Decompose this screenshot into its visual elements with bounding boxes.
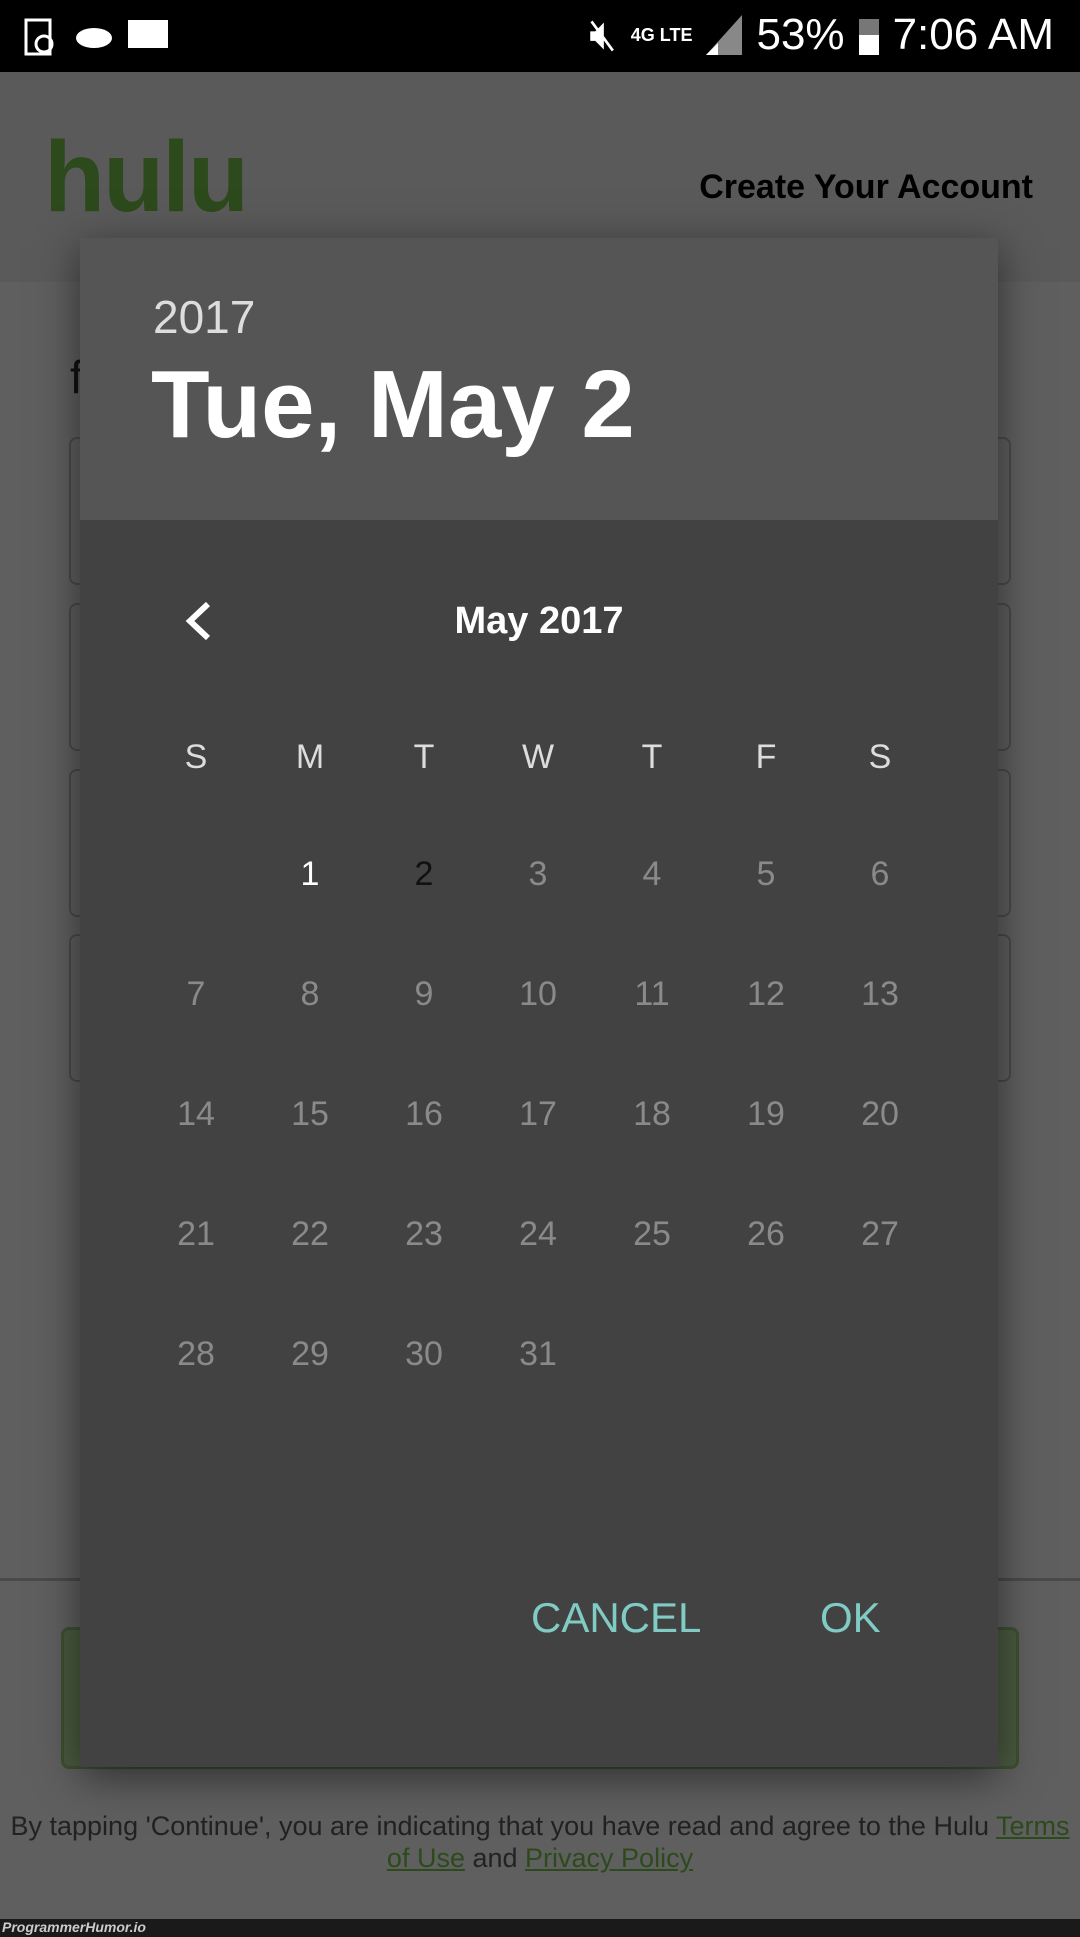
selected-date: Tue, May 2 xyxy=(151,351,635,458)
day-number: 19 xyxy=(747,1095,785,1133)
day-number: 5 xyxy=(756,855,776,893)
year-selector[interactable]: 2017 xyxy=(153,290,255,344)
day-number: 25 xyxy=(633,1215,671,1253)
day-number: 23 xyxy=(405,1215,443,1253)
day-number: 4 xyxy=(642,855,662,893)
day-number: 24 xyxy=(519,1215,557,1253)
calendar-day[interactable]: 28 xyxy=(139,1294,253,1414)
calendar-day[interactable]: 12 xyxy=(709,934,823,1054)
day-number: 15 xyxy=(291,1095,329,1133)
day-number: 7 xyxy=(186,975,206,1013)
weekday-header: S xyxy=(184,738,208,776)
ok-button[interactable]: OK xyxy=(820,1594,881,1642)
signal-icon xyxy=(706,15,743,55)
calendar-day[interactable]: 31 xyxy=(481,1294,595,1414)
calendar-day[interactable]: 9 xyxy=(367,934,481,1054)
battery-percent: 53% xyxy=(756,10,845,59)
battery-icon xyxy=(858,19,879,55)
day-number: 11 xyxy=(634,975,670,1013)
day-number: 17 xyxy=(519,1095,557,1133)
day-number: 13 xyxy=(861,975,899,1013)
weekday-header: W xyxy=(521,738,555,776)
calendar-day[interactable]: 20 xyxy=(823,1054,937,1174)
calendar-day[interactable]: 22 xyxy=(253,1174,367,1294)
chevron-left-icon[interactable] xyxy=(178,596,218,646)
date-picker-header: 2017 Tue, May 2 xyxy=(80,238,998,520)
calendar-day[interactable]: 15 xyxy=(253,1054,367,1174)
privacy-link[interactable]: Privacy Policy xyxy=(525,1843,693,1873)
calendar-day[interactable]: 26 xyxy=(709,1174,823,1294)
calendar-day[interactable]: 17 xyxy=(481,1054,595,1174)
day-number: 16 xyxy=(405,1095,443,1133)
calendar-day[interactable]: 19 xyxy=(709,1054,823,1174)
weekday-header: T xyxy=(413,738,435,776)
mute-vibrate-icon: 🔇︎ xyxy=(589,10,617,59)
watermark: ProgrammerHumor.io xyxy=(0,1919,1080,1937)
day-number: 18 xyxy=(633,1095,671,1133)
calendar-day[interactable]: 21 xyxy=(139,1174,253,1294)
weekday-header: S xyxy=(868,738,892,776)
day-number: 30 xyxy=(405,1335,443,1373)
date-picker-dialog: 2017 Tue, May 2 May 2017 SMTWTFS12345678… xyxy=(80,238,998,1767)
day-number: 22 xyxy=(291,1215,329,1253)
weekday-header: F xyxy=(755,738,777,776)
legal-and: and xyxy=(464,1843,526,1873)
calendar-day[interactable]: 3 xyxy=(481,814,595,934)
cancel-button[interactable]: CANCEL xyxy=(531,1594,701,1642)
day-number: 10 xyxy=(519,975,557,1013)
clock: 7:06 AM xyxy=(892,10,1054,59)
calendar-day[interactable]: 18 xyxy=(595,1054,709,1174)
day-number: 26 xyxy=(747,1215,785,1253)
status-left-icons xyxy=(24,18,168,56)
day-number: 9 xyxy=(414,975,434,1013)
day-number: 2 xyxy=(414,855,434,893)
calendar-day[interactable]: 7 xyxy=(139,934,253,1054)
weekday-header: T xyxy=(641,738,663,776)
calendar-day[interactable]: 4 xyxy=(595,814,709,934)
calendar-day[interactable]: 29 xyxy=(253,1294,367,1414)
calendar-day[interactable]: 14 xyxy=(139,1054,253,1174)
day-number: 14 xyxy=(177,1095,215,1133)
day-number: 21 xyxy=(177,1215,215,1253)
calendar-day[interactable]: 5 xyxy=(709,814,823,934)
day-number: 12 xyxy=(747,975,785,1013)
day-number: 8 xyxy=(300,975,320,1013)
legal-prefix: By tapping 'Continue', you are indicatin… xyxy=(10,1811,996,1841)
calendar-day[interactable]: 11 xyxy=(595,934,709,1054)
hulu-logo: hulu xyxy=(44,121,249,233)
day-number: 1 xyxy=(300,855,320,893)
calendar-day[interactable]: 16 xyxy=(367,1054,481,1174)
calendar-day[interactable]: 25 xyxy=(595,1174,709,1294)
page-title: Create Your Account xyxy=(699,168,1033,206)
day-number: 3 xyxy=(528,855,548,893)
calendar-day-selected[interactable]: 2 xyxy=(364,814,484,934)
calendar-day[interactable]: 30 xyxy=(367,1294,481,1414)
weekday-header: M xyxy=(295,738,325,776)
calendar-day[interactable]: 13 xyxy=(823,934,937,1054)
calendar-day[interactable]: 1 xyxy=(253,814,367,934)
network-label: 4G LTE xyxy=(630,24,693,45)
status-bar: 🔇︎ 4G LTE 53% 7:06 AM xyxy=(0,0,1080,72)
day-number: 20 xyxy=(861,1095,899,1133)
legal-text: By tapping 'Continue', you are indicatin… xyxy=(0,1810,1080,1874)
day-number: 28 xyxy=(177,1335,215,1373)
calendar-day[interactable]: 8 xyxy=(253,934,367,1054)
calendar-day[interactable]: 10 xyxy=(481,934,595,1054)
calendar-day[interactable]: 24 xyxy=(481,1174,595,1294)
calendar-day[interactable]: 27 xyxy=(823,1174,937,1294)
day-number: 27 xyxy=(861,1215,899,1253)
calendar-day[interactable]: 23 xyxy=(367,1174,481,1294)
day-number: 29 xyxy=(291,1335,329,1373)
day-number: 6 xyxy=(870,855,890,893)
day-number: 31 xyxy=(519,1335,557,1373)
calendar-day[interactable]: 6 xyxy=(823,814,937,934)
